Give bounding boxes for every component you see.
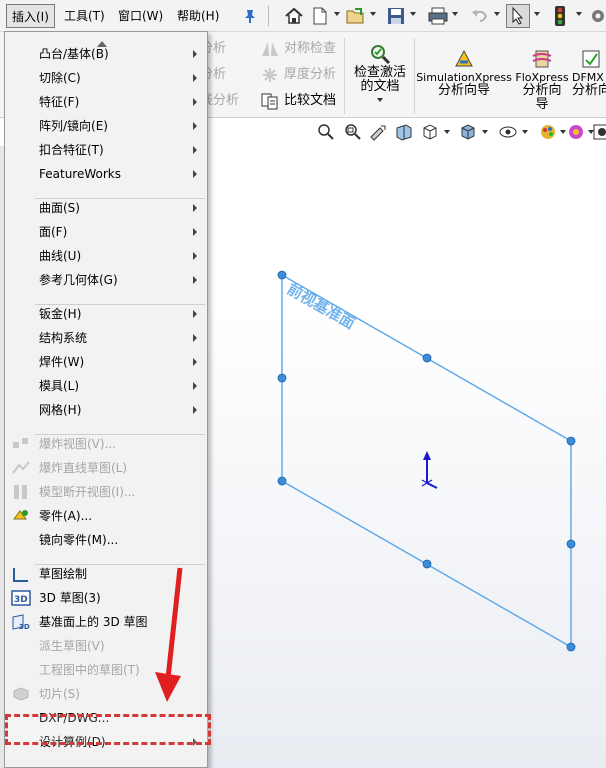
insert-menu-item-label: 爆炸视图(V)... (39, 437, 117, 451)
insert-menu-item-3[interactable]: 阵列/镜向(E) (5, 114, 207, 138)
insert-menu-item-label: FeatureWorks (39, 167, 121, 181)
insert-menu-item-label: 曲面(S) (39, 201, 80, 215)
insert-menu-item-16[interactable]: 爆炸直线草图(L) (5, 456, 207, 480)
submenu-arrow-icon (193, 146, 197, 154)
plane-handle[interactable] (422, 559, 432, 569)
insert-menu-item-label: 结构系统 (39, 331, 88, 345)
plane-handle[interactable] (566, 436, 576, 446)
part-icon (11, 507, 31, 525)
insert-menu-item-9[interactable]: 参考几何体(G) (5, 268, 207, 292)
insert-menu-item-12[interactable]: 焊件(W) (5, 350, 207, 374)
insert-menu-item-11[interactable]: 结构系统 (5, 326, 207, 350)
plane-label: 前视基准面 (284, 280, 358, 333)
insert-menu-item-label: 阵列/镜向(E) (39, 119, 108, 133)
insert-menu-item-4[interactable]: 扣合特征(T) (5, 138, 207, 162)
plane-handle[interactable] (277, 373, 287, 383)
insert-menu-item-label: 3D 草图(3) (39, 591, 101, 605)
insert-menu-item-label: 零件(A)... (39, 509, 93, 523)
submenu-arrow-icon (193, 204, 197, 212)
insert-menu-item-label: 派生草图(V) (39, 639, 105, 653)
insert-menu-item-14[interactable]: 网格(H) (5, 398, 207, 422)
insert-menu-item-15[interactable]: 爆炸视图(V)... (5, 432, 207, 456)
insert-menu-item-7[interactable]: 面(F) (5, 220, 207, 244)
insert-menu-item-label: 镜向零件(M)... (39, 533, 119, 547)
submenu-arrow-icon (193, 228, 197, 236)
origin-axis-icon (421, 451, 438, 489)
submenu-arrow-icon (193, 98, 197, 106)
insert-menu-item-18[interactable]: 零件(A)... (5, 504, 207, 528)
plane-handle[interactable] (422, 353, 432, 363)
insert-menu-item-label: 扣合特征(T) (39, 143, 104, 157)
insert-menu-item-label: 钣金(H) (39, 307, 82, 321)
insert-menu-item-label: 凸台/基体(B) (39, 47, 109, 61)
insert-menu-item-5[interactable]: FeatureWorks (5, 162, 207, 186)
insert-menu-item-19[interactable]: 镜向零件(M)... (5, 528, 207, 552)
insert-menu-item-8[interactable]: 曲线(U) (5, 244, 207, 268)
svg-text:3D: 3D (19, 623, 30, 631)
insert-menu-item-13[interactable]: 模具(L) (5, 374, 207, 398)
insert-menu-item-label: 焊件(W) (39, 355, 85, 369)
3d-sketch-on-plane-icon: 3D (11, 613, 31, 631)
submenu-arrow-icon (193, 406, 197, 414)
submenu-arrow-icon (193, 334, 197, 342)
insert-menu-item-2[interactable]: 特征(F) (5, 90, 207, 114)
insert-menu-item-1[interactable]: 切除(C) (5, 66, 207, 90)
svg-text:3D: 3D (14, 595, 28, 605)
explode-view-icon (11, 435, 31, 453)
insert-menu-item-label: 网格(H) (39, 403, 82, 417)
menu-separator (35, 304, 205, 305)
menu-separator (35, 198, 205, 199)
insert-menu-item-label: 切片(S) (39, 687, 80, 701)
submenu-arrow-icon (193, 170, 197, 178)
sketch-icon (11, 565, 31, 583)
submenu-arrow-icon (193, 122, 197, 130)
insert-menu-item-label: 面(F) (39, 225, 68, 239)
submenu-arrow-icon (193, 50, 197, 58)
submenu-arrow-icon (193, 310, 197, 318)
insert-menu-item-label: 模型断开视图(I)... (39, 485, 136, 499)
menu-separator (35, 434, 205, 435)
insert-menu-item-label: 草图绘制 (39, 567, 88, 581)
insert-menu-item-6[interactable]: 曲面(S) (5, 196, 207, 220)
submenu-arrow-icon (193, 74, 197, 82)
plane-handle[interactable] (566, 539, 576, 549)
insert-menu-item-label: 工程图中的草图(T) (39, 663, 140, 677)
broken-view-icon (11, 483, 31, 501)
insert-menu-item-label: 特征(F) (39, 95, 80, 109)
plane-handle[interactable] (277, 270, 287, 280)
submenu-arrow-icon (193, 276, 197, 284)
insert-menu-item-label: 切除(C) (39, 71, 81, 85)
slice-icon (11, 685, 31, 703)
insert-menu-item-label: 曲线(U) (39, 249, 82, 263)
insert-menu-item-0[interactable]: 凸台/基体(B) (5, 42, 207, 66)
insert-menu-item-label: 爆炸直线草图(L) (39, 461, 128, 475)
submenu-arrow-icon (193, 358, 197, 366)
annotation-arrow-icon (155, 567, 183, 702)
insert-menu-item-17[interactable]: 模型断开视图(I)... (5, 480, 207, 504)
3d-sketch-icon: 3D (11, 589, 31, 607)
insert-menu-item-10[interactable]: 钣金(H) (5, 302, 207, 326)
submenu-arrow-icon (193, 382, 197, 390)
insert-menu-item-label: 模具(L) (39, 379, 80, 393)
insert-menu-item-label: 参考几何体(G) (39, 273, 118, 287)
insert-menu-item-label: 基准面上的 3D 草图 (39, 615, 148, 629)
dxf-dwg-highlight-box (5, 714, 211, 745)
explode-line-sketch-icon (11, 459, 31, 477)
submenu-arrow-icon (193, 252, 197, 260)
plane-handle[interactable] (566, 642, 576, 652)
plane-handle[interactable] (277, 476, 287, 486)
